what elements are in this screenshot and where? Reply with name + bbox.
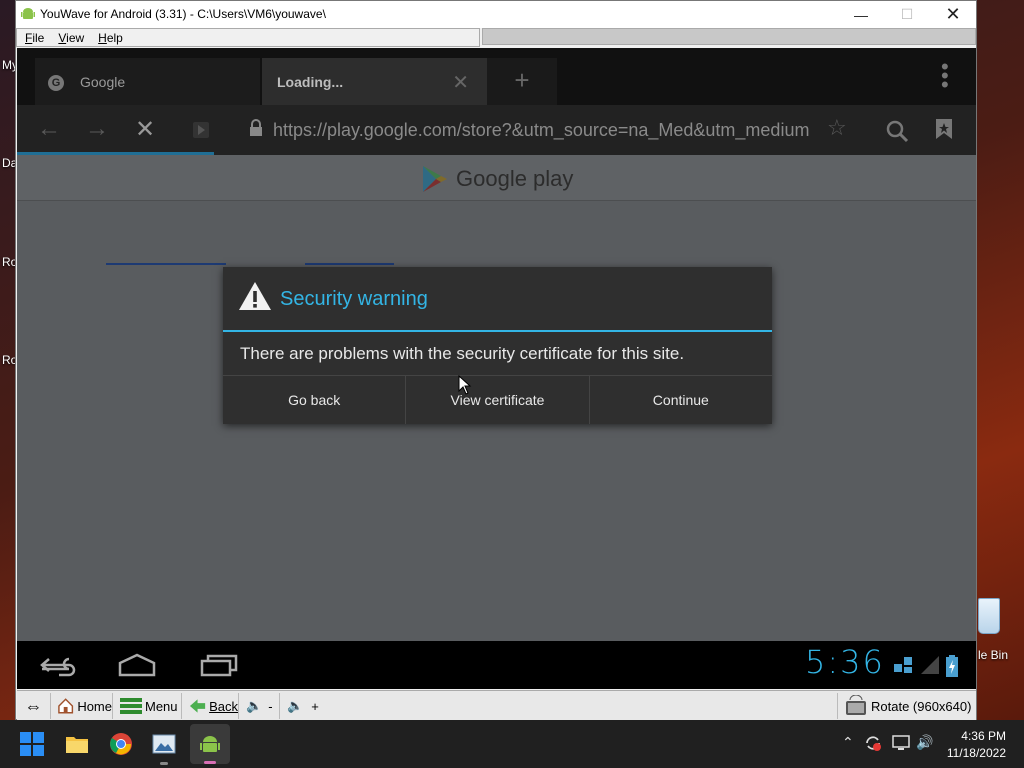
home-button[interactable]: Home: [53, 693, 113, 719]
windows-start-icon[interactable]: [20, 732, 44, 756]
close-tab-icon[interactable]: ✕: [452, 70, 469, 95]
volume-down-label: -: [268, 698, 273, 714]
rotate-button[interactable]: Rotate (960x640): [837, 693, 976, 719]
image-viewer-icon[interactable]: [152, 732, 176, 756]
android-home-icon[interactable]: [118, 653, 156, 677]
youwave-window: YouWave for Android (3.31) - C:\Users\VM…: [15, 0, 977, 720]
signal-icon: [921, 656, 939, 674]
title-bar[interactable]: YouWave for Android (3.31) - C:\Users\VM…: [16, 1, 976, 28]
mouse-cursor-icon: [458, 375, 472, 395]
dialog-title: Security warning: [280, 288, 428, 310]
google-play-logo[interactable]: Google play: [422, 165, 573, 193]
page-link[interactable]: [106, 263, 226, 265]
web-page: Google play Security warning There are p…: [17, 155, 976, 689]
search-icon[interactable]: [885, 119, 909, 143]
youwave-taskbar-button[interactable]: [190, 724, 230, 764]
resize-arrows-icon[interactable]: ⇔: [17, 693, 51, 719]
minimize-button[interactable]: —: [838, 1, 884, 28]
bookmark-star-icon[interactable]: ☆: [827, 115, 847, 141]
rotate-device-icon: [846, 695, 866, 715]
go-back-button[interactable]: Go back: [223, 376, 407, 424]
menu-help[interactable]: Help: [98, 31, 123, 45]
volume-icon[interactable]: 🔊: [916, 734, 933, 751]
forward-arrow-icon[interactable]: →: [85, 115, 109, 143]
page-link[interactable]: [305, 263, 394, 265]
tab-google[interactable]: G Google: [35, 58, 260, 105]
menu-button[interactable]: Menu: [116, 693, 182, 719]
recycle-bin-label: le Bin: [978, 648, 1009, 662]
android-recent-apps-icon[interactable]: [200, 653, 238, 677]
android-app-icon: [21, 8, 35, 19]
green-back-arrow-icon: [189, 699, 206, 713]
site-favicon-icon: [193, 122, 209, 138]
stop-loading-icon[interactable]: ✕: [135, 115, 155, 144]
sync-alert-icon[interactable]: [864, 734, 882, 752]
android-navigation-bar: 5:36: [17, 641, 976, 689]
file-explorer-icon[interactable]: [65, 732, 89, 756]
close-button[interactable]: ✕: [930, 1, 976, 28]
dialog-divider: [223, 330, 772, 332]
taskbar-time[interactable]: 4:36 PM: [958, 729, 1006, 743]
speaker-icon: 🔈: [246, 698, 263, 713]
menu-label: Menu: [145, 698, 178, 714]
google-play-text: Google play: [456, 166, 574, 191]
volume-down-button[interactable]: 🔈 -: [242, 693, 280, 719]
dialog-button-row: Go back View certificate Continue: [223, 375, 772, 424]
menu-view[interactable]: View: [58, 31, 84, 45]
home-label: Home: [77, 698, 112, 714]
google-favicon-icon: G: [48, 75, 64, 91]
address-bar: ← → ✕ https://play.google.com/store?&utm…: [17, 105, 976, 155]
menu-bar-filler: [482, 28, 976, 45]
chrome-icon[interactable]: [109, 732, 133, 756]
browser-tab-bar: G Google Loading... ✕ + • • •: [17, 48, 976, 105]
view-certificate-button[interactable]: View certificate: [406, 376, 590, 424]
show-hidden-icons-icon[interactable]: ⌃: [842, 734, 854, 751]
back-label: Back: [209, 698, 238, 714]
android-clock: 5:36: [805, 643, 885, 681]
security-warning-dialog: Security warning There are problems with…: [223, 267, 772, 424]
battery-icon: [946, 655, 958, 677]
network-icon: [894, 657, 912, 673]
recycle-bin[interactable]: le Bin: [972, 596, 1024, 666]
window-title: YouWave for Android (3.31) - C:\Users\VM…: [40, 7, 326, 21]
back-arrow-icon[interactable]: ←: [37, 115, 61, 143]
youwave-toolbar: ⇔ Home Menu Back 🔈 - 🔈 + Rotate (960x640…: [17, 690, 976, 720]
volume-up-button[interactable]: 🔈 +: [283, 693, 325, 719]
menu-bar: File View Help: [16, 28, 480, 47]
bookmarks-icon[interactable]: [935, 118, 953, 140]
rotate-label: Rotate (960x640): [871, 698, 972, 714]
tab-loading[interactable]: Loading... ✕: [262, 58, 487, 105]
android-back-icon[interactable]: [39, 653, 77, 677]
maximize-button[interactable]: ☐: [884, 1, 930, 28]
warning-icon: [239, 282, 271, 310]
menu-file[interactable]: File: [25, 31, 44, 45]
house-icon: [58, 698, 74, 714]
play-triangle-icon: [423, 166, 447, 192]
network-display-icon[interactable]: [892, 734, 910, 752]
dialog-message: There are problems with the security cer…: [240, 344, 685, 363]
new-tab-button[interactable]: +: [487, 58, 557, 105]
google-play-header: Google play: [17, 155, 976, 201]
volume-up-label: +: [311, 698, 319, 714]
recycle-bin-icon: [978, 598, 1000, 634]
lock-icon: [250, 119, 262, 136]
overflow-menu-icon[interactable]: • • •: [941, 56, 949, 96]
taskbar-date[interactable]: 11/18/2022: [942, 746, 1006, 760]
tab-label: Google: [80, 74, 126, 90]
windows-taskbar: ⌃ 🔊 4:36 PM 11/18/2022: [0, 720, 1024, 768]
continue-button[interactable]: Continue: [590, 376, 772, 424]
android-screen[interactable]: G Google Loading... ✕ + • • • ← → ✕ https:…: [17, 48, 976, 689]
speaker-icon: 🔈: [287, 698, 304, 713]
active-indicator: [204, 761, 216, 764]
tab-label: Loading...: [277, 74, 344, 90]
url-field[interactable]: https://play.google.com/store?&utm_sourc…: [273, 120, 818, 141]
running-indicator: [160, 762, 168, 765]
android-icon: [200, 736, 220, 752]
menu-lines-icon: [120, 698, 142, 714]
back-button[interactable]: Back: [185, 693, 239, 719]
